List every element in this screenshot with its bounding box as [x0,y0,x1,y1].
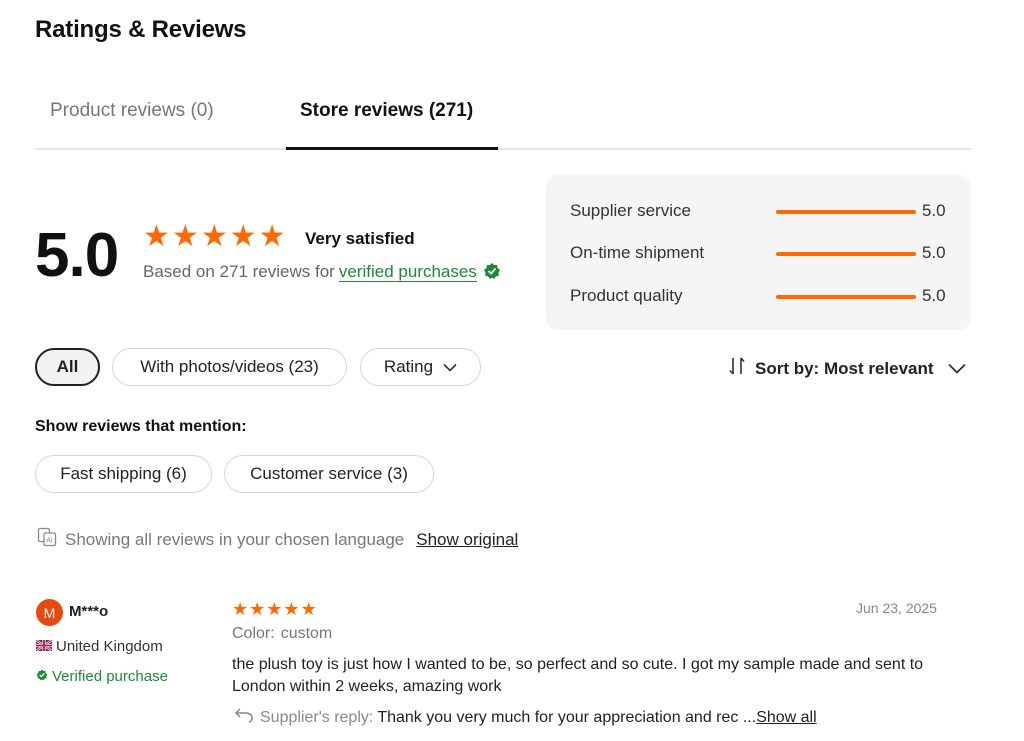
review-tabs: Product reviews (0) Store reviews (271) [35,90,971,150]
rating-bar [776,210,916,214]
show-all-link[interactable]: Show all [756,709,816,727]
star-icon: ★ [249,599,266,619]
sort-icon [727,356,747,381]
rating-value: 5.0 [922,243,946,262]
review-text: the plush toy is just how I wanted to be… [232,656,924,695]
verified-purchase-text: Verified purchase [52,668,168,685]
supplier-reply: Supplier's reply: Thank you very much fo… [234,707,817,728]
star-icon: ★ [300,599,317,619]
filter-photos-button[interactable]: With photos/videos (23) [112,348,347,386]
overall-score: 5.0 [35,221,119,290]
sentiment-label: Very satisfied [305,229,415,248]
reply-text: Thank you very much for your appreciatio… [377,708,757,726]
star-icon: ★ [232,599,249,619]
reviews-basis: Based on 271 reviews for verified purchas… [143,262,501,285]
review-variant: Color: custom [232,625,332,643]
page-title: Ratings & Reviews [35,16,247,43]
avatar: M [36,599,63,626]
review-stars: ★ ★ ★ ★ ★ [232,600,317,618]
filter-rating-dropdown[interactable]: Rating [360,348,481,386]
show-original-link[interactable]: Show original [416,530,518,550]
star-icon: ★ [171,220,199,253]
language-notice-text: Showing all reviews in your chosen langu… [65,529,405,549]
rating-row-on-time-shipment: On-time shipment 5.0 [570,241,960,265]
rating-bar [776,295,916,299]
color-value: custom [280,625,333,642]
sort-label: Sort by: Most relevant [755,358,934,378]
rating-value: 5.0 [922,201,946,220]
rating-bar [776,252,916,256]
rating-row-product-quality: Product quality 5.0 [570,284,960,308]
mentions-title: Show reviews that mention: [35,418,247,435]
star-icon: ★ [258,220,286,253]
star-icon: ★ [200,220,228,253]
star-icon: ★ [266,599,283,619]
tab-product-reviews[interactable]: Product reviews (0) [50,100,214,122]
rating-label: Product quality [570,286,683,305]
review-date: Jun 23, 2025 [856,600,937,616]
verified-purchase-badge: Verified purchase [36,668,168,685]
rating-breakdown: Supplier service 5.0 On-time shipment 5.… [546,175,971,330]
tab-store-reviews[interactable]: Store reviews (271) [300,100,473,122]
chevron-down-icon [947,359,966,379]
rating-label: On-time shipment [570,243,705,262]
star-icon: ★ [143,220,170,253]
star-icon: ★ [283,599,300,619]
based-on-text: Based on 271 reviews for [143,262,335,281]
overall-stars: ★ ★ ★ ★ ★ [143,222,286,252]
mention-fast-shipping[interactable]: Fast shipping (6) [35,455,212,493]
rating-row-supplier-service: Supplier service 5.0 [570,199,960,223]
sort-dropdown[interactable]: Sort by: Most relevant [727,356,966,381]
verified-badge-icon [36,668,48,685]
uk-flag-icon [35,638,53,655]
star-icon: ★ [229,220,257,253]
svg-text:AI: AI [46,538,53,545]
rating-label: Supplier service [570,201,691,220]
reviewer-country: United Kingdom [35,638,163,655]
translate-icon: AI [37,527,57,552]
verified-badge-icon [483,262,501,285]
reply-icon [234,707,254,728]
chevron-down-icon [443,357,457,377]
country-name: United Kingdom [56,638,163,655]
reviewer-name: M***o [69,603,109,620]
mention-customer-service[interactable]: Customer service (3) [224,455,434,493]
active-tab-indicator [286,147,498,150]
language-notice: AI Showing all reviews in your chosen la… [37,527,518,552]
reply-label: Supplier's reply: [260,708,374,726]
rating-value: 5.0 [922,286,946,305]
color-label: Color: [232,625,275,642]
verified-purchases-link[interactable]: verified purchases [338,262,477,282]
rating-dropdown-label: Rating [383,357,434,376]
filter-all-button[interactable]: All [35,348,100,386]
